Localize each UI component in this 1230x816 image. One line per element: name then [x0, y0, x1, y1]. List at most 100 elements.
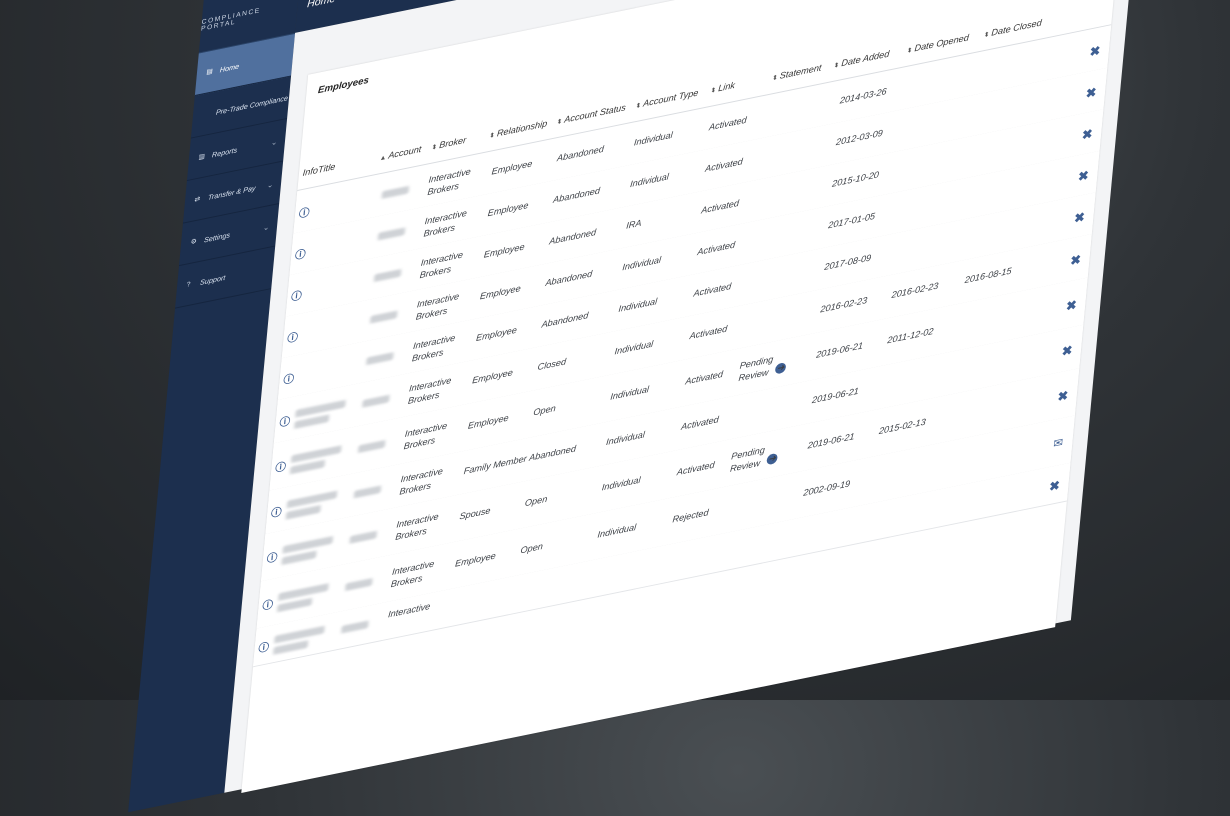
column-title: Title: [317, 161, 336, 176]
statement-cell[interactable]: [764, 95, 818, 106]
column-date-added[interactable]: ⬍Date Added: [833, 49, 889, 71]
account-type-cell: Individual: [621, 254, 662, 274]
chevron-down-icon: ⌄: [262, 222, 270, 232]
sort-icon: ⬍: [833, 61, 840, 70]
column-account-type[interactable]: ⬍Account Type: [635, 88, 699, 111]
close-icon[interactable]: ✖: [1057, 388, 1069, 405]
broker-cell: Interactive Brokers: [399, 466, 444, 498]
broker-cell: Interactive Brokers: [423, 208, 468, 240]
broker-cell: Interactive Brokers: [390, 558, 435, 591]
close-icon[interactable]: ✖: [1081, 126, 1093, 143]
account-redacted: [341, 620, 369, 634]
statement-cell[interactable]: [756, 178, 810, 189]
close-icon[interactable]: ✖: [1085, 85, 1097, 102]
account-redacted: [349, 530, 378, 544]
sidebar-item-label: Support: [199, 272, 226, 287]
column-link[interactable]: ⬍Link: [710, 80, 735, 95]
column-relationship[interactable]: ⬍Relationship: [489, 119, 548, 141]
statement-cell[interactable]: [736, 395, 790, 406]
breadcrumb[interactable]: Home: [307, 0, 336, 10]
relationship-cell: Employee: [491, 158, 533, 178]
column-broker[interactable]: ⬍Broker: [431, 135, 466, 152]
title-redacted: [282, 535, 334, 554]
date-added-cell: 2014-03-26: [839, 86, 888, 107]
title-redacted: [295, 399, 346, 418]
date-added-cell: 2019-06-21: [815, 340, 864, 361]
sort-icon: ⬍: [710, 87, 717, 95]
column-date-closed[interactable]: ⬍Date Closed: [983, 18, 1042, 40]
relationship-cell: Employee: [487, 200, 529, 220]
date-opened-cell: 2015-02-13: [878, 417, 927, 437]
info-icon[interactable]: ⓘ: [298, 204, 310, 221]
account-status-cell: Abandoned: [556, 144, 605, 165]
info-icon[interactable]: ⓘ: [287, 329, 299, 346]
info-icon[interactable]: ⓘ: [262, 596, 274, 613]
account-type-cell: Individual: [614, 339, 654, 358]
account-type-cell: Individual: [605, 429, 646, 449]
statement-cell[interactable]: [752, 220, 806, 231]
title-redacted: [274, 625, 325, 644]
account-type-cell: Individual: [618, 296, 658, 315]
date-added-cell: 2019-06-21: [811, 386, 860, 407]
statement-cell[interactable]: [727, 487, 781, 498]
account-status-cell: Abandoned: [544, 268, 593, 289]
account-redacted: [369, 310, 398, 324]
column-account[interactable]: ▲Account: [379, 144, 422, 163]
title-redacted: [286, 490, 338, 509]
info-icon[interactable]: ⓘ: [258, 639, 270, 656]
relationship-cell: Employee: [471, 367, 514, 387]
date-added-cell: 2017-01-05: [827, 211, 876, 232]
account-redacted: [381, 185, 410, 199]
account-redacted: [362, 394, 390, 408]
account-redacted: [373, 268, 402, 283]
close-icon[interactable]: ✖: [1070, 252, 1082, 269]
broker-cell: Interactive Brokers: [419, 249, 464, 282]
relationship-cell: Employee: [479, 283, 522, 303]
close-icon[interactable]: ✖: [1049, 478, 1061, 495]
column-account-status[interactable]: ⬍Account Status: [556, 103, 626, 127]
date-added-cell: 2016-02-23: [819, 295, 868, 316]
account-status-cell: Abandoned: [552, 185, 601, 206]
close-icon[interactable]: ✖: [1074, 209, 1086, 226]
info-icon[interactable]: ⓘ: [283, 370, 295, 387]
close-icon[interactable]: ✖: [1089, 43, 1101, 60]
close-icon[interactable]: ✖: [1077, 168, 1090, 185]
mail-icon[interactable]: ✉: [1053, 435, 1064, 450]
account-type-cell: IRA: [625, 218, 642, 232]
account-redacted: [345, 577, 373, 592]
sidebar-item-label: Transfer & Pay: [207, 183, 257, 202]
account-status-cell: Abandoned: [528, 443, 577, 464]
statement-cell[interactable]: [723, 530, 777, 541]
info-icon[interactable]: ⓘ: [270, 504, 282, 521]
sidebar-item-label: Home: [219, 61, 240, 74]
info-icon[interactable]: ⓘ: [266, 549, 278, 566]
sort-icon: ⬍: [635, 102, 642, 111]
close-icon[interactable]: ✖: [1061, 343, 1073, 360]
statement-cell[interactable]: [748, 261, 802, 272]
close-icon[interactable]: ✖: [1065, 297, 1077, 314]
account-status-cell: Open: [520, 541, 544, 557]
account-type-cell: Individual: [601, 475, 641, 494]
relationship-cell: Employee: [475, 325, 518, 344]
statement-cell[interactable]: [744, 304, 798, 315]
link-cell: Activated: [696, 239, 736, 258]
statement-cell[interactable]: [760, 137, 814, 148]
broker-cell: Interactive Brokers: [407, 375, 452, 407]
title-redacted: [278, 583, 329, 601]
column-date-opened[interactable]: ⬍Date Opened: [906, 33, 969, 56]
info-icon[interactable]: ⓘ: [279, 413, 291, 430]
sort-icon: ⬍: [771, 74, 779, 83]
info-icon[interactable]: ⓘ: [294, 246, 307, 263]
column-statement[interactable]: ⬍Statement: [772, 63, 822, 83]
info-icon[interactable]: ⓘ: [275, 458, 287, 475]
date-added-cell: 2017-08-09: [823, 252, 872, 273]
date-closed-cell: 2016-08-15: [964, 266, 1012, 286]
sort-icon: ⬍: [431, 143, 438, 152]
broker-cell: Interactive Brokers: [426, 166, 472, 198]
chart-icon: ▥: [198, 153, 206, 162]
main-content: + ↻ ⚭ ❐ ⏷ ⚙ ✕ ⌕ Employees Info Title ▲Ac…: [224, 0, 1142, 793]
account-type-cell: Individual: [596, 522, 637, 541]
title-redacted: [290, 445, 342, 464]
link-cell: Activated: [676, 460, 715, 479]
info-icon[interactable]: ⓘ: [291, 287, 303, 304]
